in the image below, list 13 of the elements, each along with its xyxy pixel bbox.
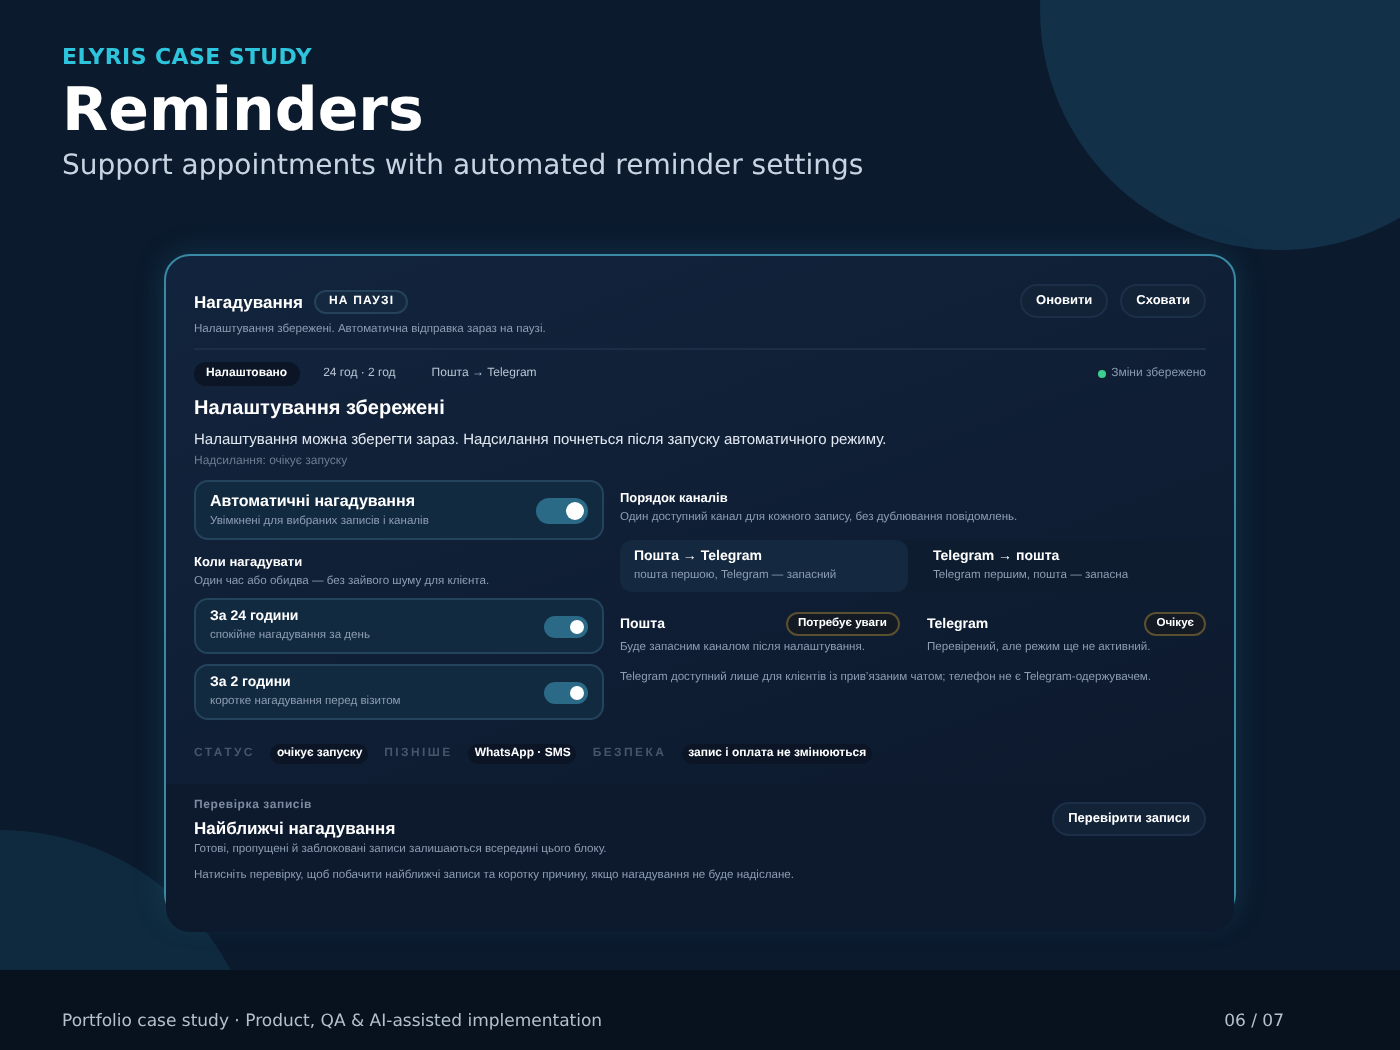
- page-title: Reminders: [62, 78, 426, 144]
- status-dot-icon: [1097, 370, 1106, 378]
- page-subtitle: Support appointments with automated reminder settings: [62, 150, 866, 182]
- toggle-switch[interactable]: [544, 615, 588, 637]
- toggle-switch[interactable]: [536, 497, 588, 523]
- footer-text: Portfolio case study · Product, QA & AI-assisted implementation: [62, 1012, 603, 1032]
- page-number: 06 / 07: [1224, 1012, 1284, 1032]
- toggle-switch[interactable]: [544, 681, 588, 703]
- kicker-text: ELYRIS CASE STUDY: [62, 44, 314, 70]
- panel-title: Нагадування: [194, 291, 303, 311]
- section-heading: Налаштування збережені: [194, 398, 447, 420]
- check-title: Найближчі нагадування: [194, 818, 396, 838]
- setting-title: Автоматичні нагадування: [210, 492, 417, 510]
